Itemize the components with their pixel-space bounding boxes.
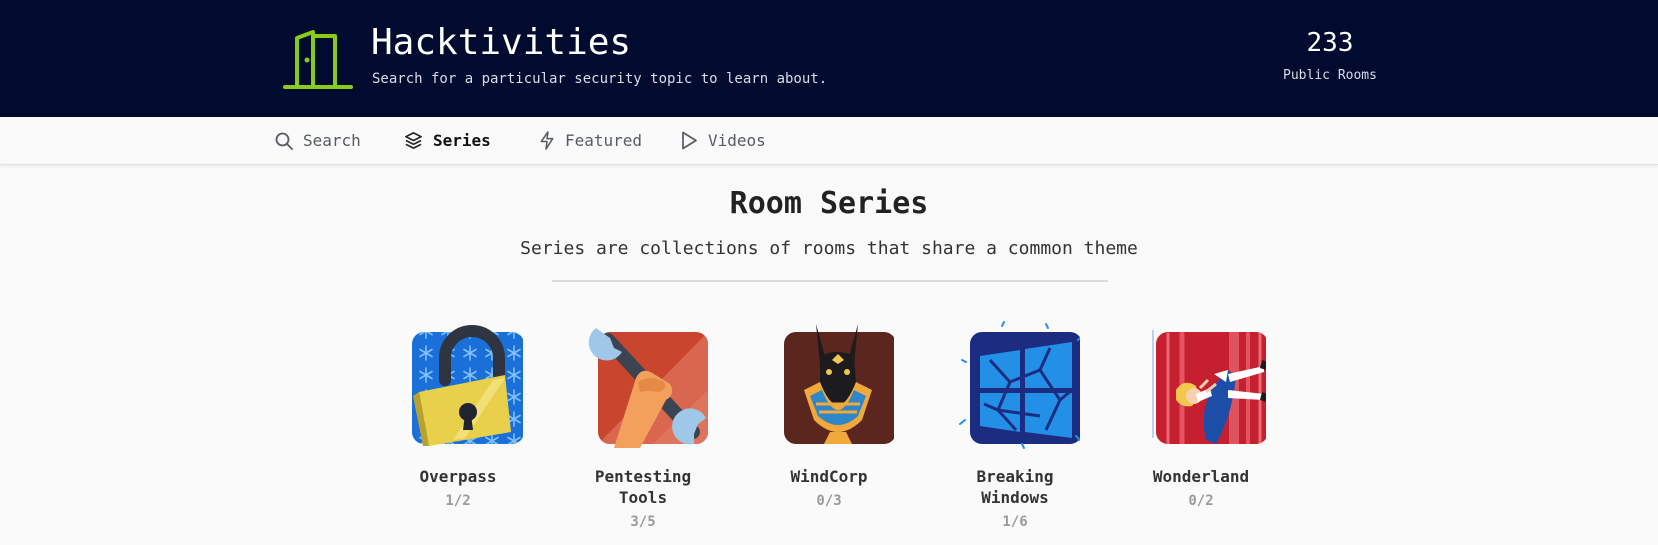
- tab-series[interactable]: Series: [404, 117, 491, 164]
- series-name: Overpass: [419, 467, 497, 486]
- series-card-windcorp[interactable]: WindCorp 0/3: [754, 320, 904, 509]
- tab-label: Series: [433, 131, 491, 150]
- tab-featured[interactable]: Featured: [539, 117, 642, 164]
- tab-label: Videos: [708, 131, 766, 150]
- public-rooms-label: Public Rooms: [1283, 68, 1377, 83]
- broken-windows-icon: [959, 321, 1083, 449]
- falling-alice-icon: [1152, 330, 1273, 444]
- series-progress: 1/6: [1002, 514, 1028, 530]
- series-name: Breaking Windows: [976, 467, 1054, 507]
- series-progress: 0/3: [816, 493, 842, 509]
- section-title: Room Series: [729, 186, 929, 221]
- series-progress: 1/2: [445, 493, 471, 509]
- tab-search[interactable]: Search: [275, 117, 361, 164]
- page-subtitle: Search for a particular security topic t…: [372, 71, 828, 87]
- tab-label: Featured: [565, 131, 643, 150]
- page-header: Hacktivities Search for a particular sec…: [0, 0, 1658, 117]
- series-name: Pentesting Tools: [594, 467, 692, 507]
- lightning-icon: [540, 131, 554, 150]
- anubis-icon: [784, 324, 896, 444]
- padlock-icon: [412, 325, 524, 446]
- series-name: Wonderland: [1152, 467, 1250, 486]
- series-progress: 3/5: [630, 514, 656, 530]
- search-icon: [275, 132, 293, 150]
- series-card-wonderland[interactable]: Wonderland 0/2: [1126, 320, 1276, 509]
- tab-bar: Search Series Featured Videos: [0, 117, 1658, 165]
- wrench-icon: [588, 328, 708, 448]
- series-name: WindCorp: [790, 467, 868, 486]
- tab-label: Search: [303, 131, 361, 150]
- public-rooms-count: 233: [1306, 28, 1354, 58]
- page-title: Hacktivities: [371, 22, 632, 63]
- series-progress: 0/2: [1188, 493, 1214, 509]
- play-icon: [682, 131, 697, 150]
- series-card-pentesting-tools[interactable]: Pentesting Tools 3/5: [568, 320, 718, 530]
- series-card-breaking-windows[interactable]: Breaking Windows 1/6: [940, 320, 1090, 530]
- door-icon: [283, 30, 353, 89]
- layers-icon: [405, 132, 422, 149]
- divider: [552, 280, 1108, 282]
- tab-videos[interactable]: Videos: [681, 117, 766, 164]
- section-subtitle: Series are collections of rooms that sha…: [520, 238, 1138, 259]
- series-card-overpass[interactable]: Overpass 1/2: [383, 320, 533, 509]
